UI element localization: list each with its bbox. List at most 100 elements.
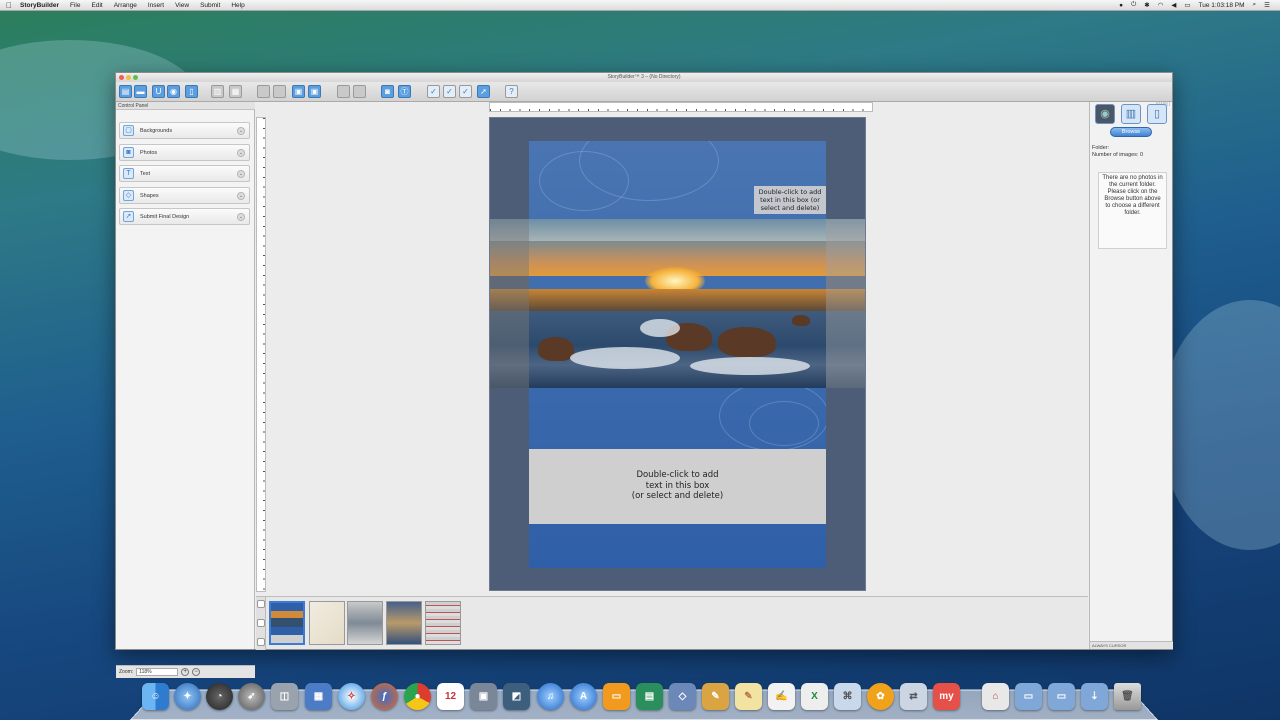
camera-icon[interactable]: ◙ — [381, 85, 394, 98]
firefox-icon[interactable]: ƒ — [371, 683, 398, 710]
notes-icon[interactable]: ✎ — [735, 683, 762, 710]
thumbnail-page-4[interactable] — [386, 601, 422, 645]
unlock-icon[interactable]: ▣ — [308, 85, 321, 98]
zoom-in-icon[interactable]: + — [181, 668, 190, 676]
mycloud-icon[interactable]: my — [933, 683, 960, 710]
apple-icon[interactable]:  — [6, 1, 12, 10]
lock-icon[interactable]: ▣ — [292, 85, 305, 98]
finder-icon[interactable]: ☺ — [142, 683, 169, 710]
status-icon-1[interactable]: ● — [1119, 2, 1123, 9]
ibooks-icon[interactable]: ▭ — [603, 683, 630, 710]
trash-icon[interactable]: 🗑 — [1114, 683, 1141, 710]
thumbnail-page-3[interactable] — [347, 601, 383, 645]
group-icon[interactable] — [337, 85, 350, 98]
keynote-icon[interactable]: ▤ — [636, 683, 663, 710]
app-store-icon[interactable]: A — [570, 683, 597, 710]
clock[interactable]: Tue 1:03:18 PM — [1199, 2, 1245, 9]
checklist-icon[interactable]: ✓ — [427, 85, 440, 98]
photo-booth-icon[interactable]: ◩ — [503, 683, 530, 710]
columns-view-icon[interactable]: ▥ — [1121, 104, 1141, 124]
section-text[interactable]: T Text ⌄ — [119, 165, 250, 182]
menu-insert[interactable]: Insert — [148, 2, 164, 9]
itunes-icon[interactable]: ♫ — [537, 683, 564, 710]
new-page-icon[interactable]: ▤ — [119, 85, 132, 98]
virtualbox-icon[interactable]: ◇ — [669, 683, 696, 710]
menu-edit[interactable]: Edit — [92, 2, 103, 9]
thumbnail-down-button[interactable] — [257, 638, 265, 646]
notification-icon[interactable]: ☰ — [1264, 1, 1270, 9]
migration-icon[interactable]: ⇄ — [900, 683, 927, 710]
thumbnail-mid-button[interactable] — [257, 619, 265, 627]
text-box-top[interactable]: Double-click to add text in this box (or… — [754, 186, 826, 214]
thumbnail-page-5[interactable] — [425, 601, 461, 645]
section-submit-final-design[interactable]: ➚ Submit Final Design ⌄ — [119, 208, 250, 225]
thumbnail-page-2[interactable] — [309, 601, 345, 645]
status-icon-2[interactable]: ⏻ — [1131, 1, 1136, 9]
submit-design-icon[interactable]: ➚ — [477, 85, 490, 98]
checklist-3-icon[interactable]: ✓ — [459, 85, 472, 98]
card-page[interactable]: Double-click to add text in this box (or… — [489, 117, 866, 591]
thumbnail-page-1[interactable] — [269, 601, 305, 645]
zoom-select[interactable]: 118% — [136, 668, 179, 676]
minimize-window-button[interactable] — [126, 75, 131, 80]
align-left-icon[interactable] — [257, 85, 270, 98]
photos-icon[interactable]: ▣ — [470, 683, 497, 710]
align-right-icon[interactable] — [273, 85, 286, 98]
battery-icon[interactable]: ▭ — [1184, 1, 1190, 9]
menu-app-name[interactable]: StoryBuilder — [20, 2, 59, 9]
menu-view[interactable]: View — [175, 2, 189, 9]
document-icon[interactable]: ▯ — [185, 85, 198, 98]
sunset-photo[interactable] — [490, 219, 865, 388]
text-box-main[interactable]: Double-click to add text in this box (or… — [529, 449, 826, 524]
wifi-icon[interactable]: ◠ — [1158, 1, 1164, 9]
preview-icon[interactable]: ▦ — [305, 683, 332, 710]
safari-icon[interactable]: ✧ — [338, 683, 365, 710]
calendar-icon[interactable]: 12 — [437, 683, 464, 710]
photo-source-icon[interactable]: ◉ — [1095, 104, 1115, 124]
browse-button[interactable]: Browse — [1110, 127, 1152, 137]
checklist-2-icon[interactable]: ✓ — [443, 85, 456, 98]
thumbnail-up-button[interactable] — [257, 600, 265, 608]
menu-file[interactable]: File — [70, 2, 80, 9]
chevron-down-icon[interactable]: ⌄ — [237, 148, 245, 157]
section-backgrounds[interactable]: ▢ Backgrounds ⌄ — [119, 122, 250, 139]
chrome-icon[interactable]: ● — [404, 683, 431, 710]
downloads-folder-icon[interactable]: ⇣ — [1081, 683, 1108, 710]
record-icon[interactable]: ◉ — [167, 85, 180, 98]
textedit-icon[interactable]: ✍ — [768, 683, 795, 710]
zoom-out-icon[interactable]: − — [192, 668, 201, 676]
applications-folder-icon[interactable]: ▭ — [1015, 683, 1042, 710]
menu-help[interactable]: Help — [231, 2, 244, 9]
documents-folder-icon[interactable]: ▭ — [1048, 683, 1075, 710]
dashboard-icon[interactable]: ◔ — [206, 683, 233, 710]
menu-arrange[interactable]: Arrange — [114, 2, 137, 9]
storybuilder-icon[interactable]: ✎ — [702, 683, 729, 710]
launchpad-icon[interactable]: ✦ — [174, 683, 201, 710]
flower-icon[interactable]: ✿ — [867, 683, 894, 710]
page-setup-icon[interactable]: ▥ — [211, 85, 224, 98]
rocket-icon[interactable]: ➶ — [238, 683, 265, 710]
chevron-down-icon[interactable]: ⌄ — [237, 169, 245, 178]
help-icon[interactable]: ? — [505, 85, 518, 98]
ungroup-icon[interactable] — [353, 85, 366, 98]
section-photos[interactable]: ◙ Photos ⌄ — [119, 144, 250, 161]
chevron-down-icon[interactable]: ⌄ — [237, 191, 245, 200]
zoom-window-button[interactable] — [133, 75, 138, 80]
magnet-icon[interactable]: U — [152, 85, 165, 98]
spotlight-icon[interactable]: ⌕ — [1253, 1, 1257, 9]
section-shapes[interactable]: ◇ Shapes ⌄ — [119, 187, 250, 204]
chevron-down-icon[interactable]: ⌄ — [237, 212, 245, 221]
chevron-down-icon[interactable]: ⌄ — [237, 126, 245, 135]
design-canvas[interactable]: Double-click to add text in this box (or… — [266, 112, 1088, 596]
text-tool-icon[interactable]: Ⓣ — [398, 85, 411, 98]
excel-icon[interactable]: X — [801, 683, 828, 710]
grid-icon[interactable]: ▦ — [229, 85, 242, 98]
home-folder-icon[interactable]: ⌂ — [982, 683, 1009, 710]
layout-icon[interactable]: ▬ — [134, 85, 147, 98]
script-icon[interactable]: ⌘ — [834, 683, 861, 710]
bluetooth-icon[interactable]: ✱ — [1144, 1, 1149, 9]
menu-submit[interactable]: Submit — [200, 2, 220, 9]
page-view-icon[interactable]: ▯ — [1147, 104, 1167, 124]
volume-icon[interactable]: ◀ — [1171, 1, 1176, 9]
close-window-button[interactable] — [119, 75, 124, 80]
